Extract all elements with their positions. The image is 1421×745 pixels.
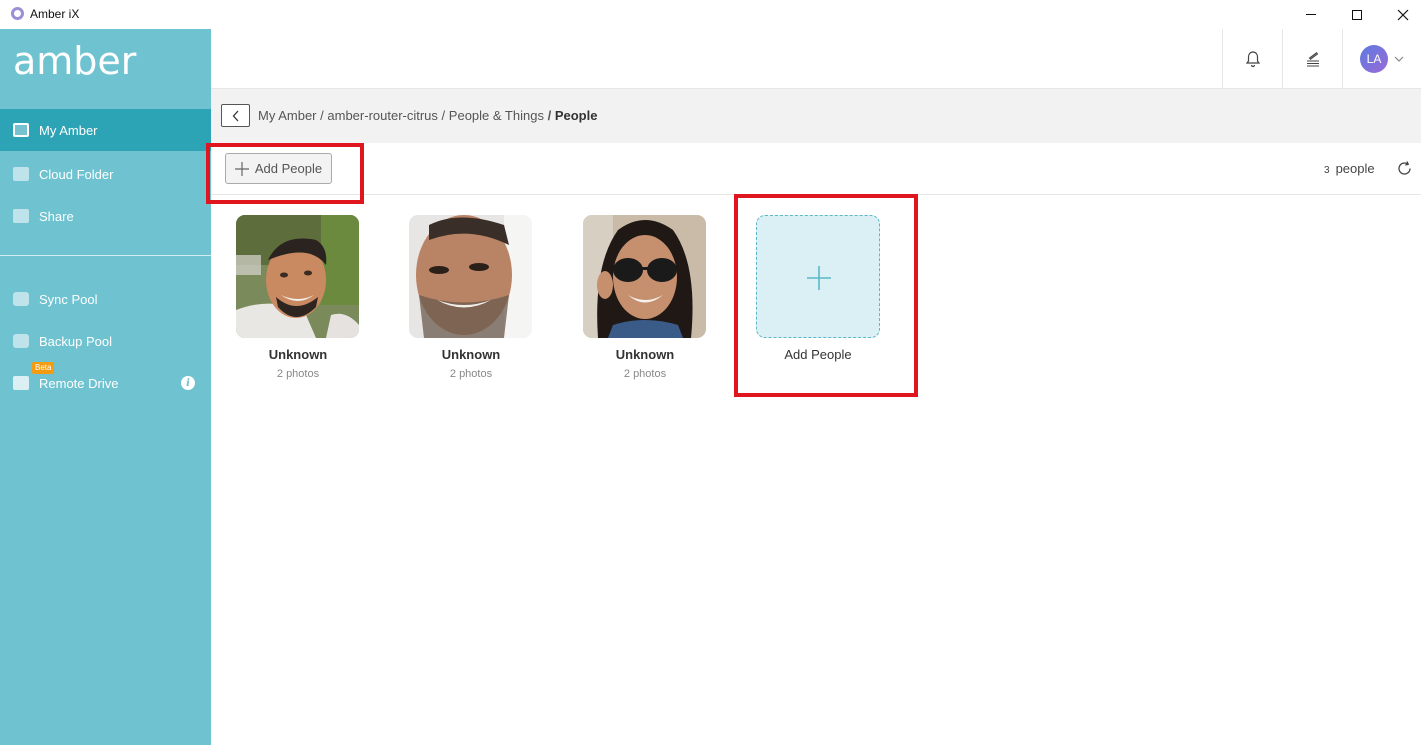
beta-badge: Beta xyxy=(32,362,55,374)
sidebar-item-label: Backup Pool xyxy=(39,333,112,349)
person-photo[interactable] xyxy=(409,215,532,338)
remote-drive-icon: Beta xyxy=(13,362,55,390)
add-people-tile[interactable] xyxy=(756,215,880,338)
person-photo-count: 2 photos xyxy=(276,368,320,380)
add-people-button[interactable]: Add People xyxy=(225,153,332,184)
refresh-button[interactable] xyxy=(1396,160,1413,182)
sidebar-item-label: Remote Drive xyxy=(39,375,119,391)
breadcrumb-separator: / xyxy=(547,108,552,123)
people-count-unit: people xyxy=(1335,161,1375,176)
back-button[interactable] xyxy=(221,104,250,127)
info-icon[interactable]: i xyxy=(181,376,195,390)
person-card[interactable]: Unknown 2 photos xyxy=(583,215,707,380)
breadcrumb-bar: My Amber / amber-router-citrus / People … xyxy=(211,89,1421,143)
person-card[interactable]: Unknown 2 photos xyxy=(409,215,533,380)
maximize-button[interactable] xyxy=(1334,0,1380,29)
book-icon xyxy=(13,123,29,137)
plus-icon xyxy=(234,161,249,176)
breadcrumb-link-router[interactable]: amber-router-citrus xyxy=(327,108,438,123)
sidebar: amber My Amber Cloud Folder Share Sync P… xyxy=(0,29,211,745)
person-photo-count: 2 photos xyxy=(623,368,667,380)
close-button[interactable] xyxy=(1380,0,1421,29)
sidebar-item-backup-pool[interactable]: Backup Pool xyxy=(0,320,211,362)
person-photo-count: 2 photos xyxy=(449,368,493,380)
sidebar-item-sync-pool[interactable]: Sync Pool xyxy=(0,278,211,320)
refresh-icon xyxy=(1398,161,1411,175)
sidebar-item-share[interactable]: Share xyxy=(0,195,211,237)
person-card[interactable]: Unknown 2 photos xyxy=(236,215,360,380)
chevron-left-icon xyxy=(232,110,238,121)
plus-icon xyxy=(807,266,831,290)
backup-icon xyxy=(13,334,29,348)
sidebar-item-remote-drive[interactable]: Beta Remote Drive i xyxy=(0,362,211,404)
bell-icon xyxy=(1245,51,1260,68)
person-name: Unknown xyxy=(268,347,328,362)
breadcrumb-link-people-things[interactable]: People & Things xyxy=(449,108,544,123)
add-people-card-label: Add People xyxy=(784,347,852,362)
close-icon xyxy=(1397,9,1409,20)
add-people-label: Add People xyxy=(254,161,323,176)
breadcrumb-current: People xyxy=(554,108,598,123)
breadcrumb-separator: / xyxy=(320,108,324,123)
sidebar-item-label: My Amber xyxy=(39,122,98,138)
people-count-number: 3 xyxy=(1324,165,1330,176)
person-photo[interactable] xyxy=(583,215,706,338)
breadcrumb-separator: / xyxy=(441,108,446,123)
minimize-icon xyxy=(1306,14,1316,15)
top-header: LA xyxy=(211,29,1421,89)
breadcrumb-link-my-amber[interactable]: My Amber xyxy=(258,108,317,123)
sidebar-item-label: Share xyxy=(39,208,74,224)
title-bar: Amber iX xyxy=(0,0,1421,29)
sidebar-item-label: Sync Pool xyxy=(39,291,98,307)
people-count: 3 people xyxy=(1324,161,1375,176)
window-title: Amber iX xyxy=(30,7,80,21)
toolbar: Add People 3 people xyxy=(211,143,1421,195)
share-icon xyxy=(13,209,29,223)
sidebar-item-my-amber[interactable]: My Amber xyxy=(0,109,211,151)
maximize-icon xyxy=(1352,9,1362,20)
sidebar-divider xyxy=(0,255,211,256)
amber-logo: amber xyxy=(13,39,137,83)
breadcrumb: My Amber / amber-router-citrus / People … xyxy=(258,108,597,123)
person-photo[interactable] xyxy=(236,215,359,338)
sidebar-item-label: Cloud Folder xyxy=(39,166,114,182)
tasks-button[interactable] xyxy=(1282,29,1342,89)
add-people-card[interactable]: Add People xyxy=(756,215,880,362)
folder-icon xyxy=(13,167,29,181)
stack-icon xyxy=(1306,52,1319,67)
notifications-button[interactable] xyxy=(1222,29,1282,89)
person-name: Unknown xyxy=(615,347,675,362)
app-logo-icon xyxy=(11,7,24,20)
account-menu[interactable]: LA xyxy=(1342,29,1421,89)
avatar: LA xyxy=(1360,45,1388,73)
sync-icon xyxy=(13,292,29,306)
person-name: Unknown xyxy=(441,347,501,362)
minimize-button[interactable] xyxy=(1288,0,1334,29)
chevron-down-icon xyxy=(1394,56,1404,62)
sidebar-item-cloud-folder[interactable]: Cloud Folder xyxy=(0,153,211,195)
